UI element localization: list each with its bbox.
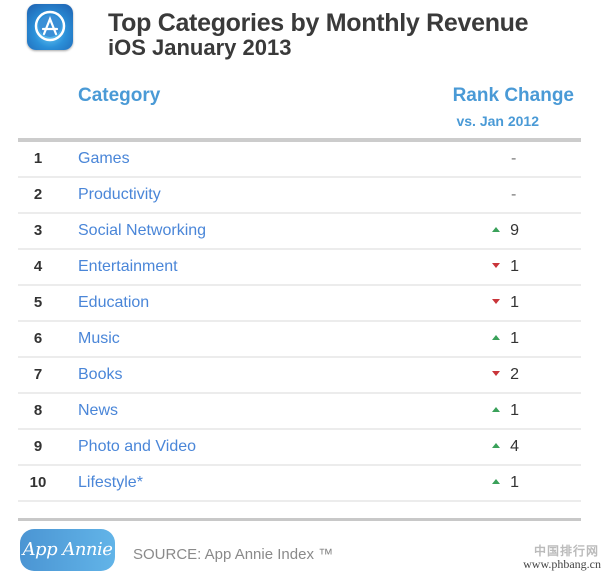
rank-change: 1 (439, 286, 519, 320)
rank-number: 3 (33, 222, 43, 239)
rank-number: 6 (33, 330, 43, 347)
rank-change: 1 (439, 250, 519, 284)
column-header-category: Category (78, 85, 161, 106)
watermark-url: www.phbang.cn (523, 557, 601, 571)
category-name: Productivity (78, 186, 161, 203)
arrow-up-icon (492, 335, 501, 341)
footer-divider (18, 518, 581, 521)
category-name: Lifestyle* (78, 474, 143, 491)
rank-number: 10 (29, 474, 47, 491)
table-row: 1 Games - (18, 142, 581, 178)
ranking-table: 1 Games - 2 Productivity - 3 Social Networking 9… (18, 142, 581, 502)
arrow-down-icon (492, 371, 501, 377)
rank-number: 9 (33, 438, 43, 455)
arrow-up-icon (492, 443, 501, 449)
arrow-up-icon (492, 227, 501, 233)
rank-change-value: - (511, 150, 517, 167)
rank-change: 2 (439, 358, 519, 392)
table-row: 2 Productivity - (18, 178, 581, 214)
rank-number: 5 (33, 294, 43, 311)
rank-change: - (439, 178, 519, 212)
rank-change: 1 (439, 466, 519, 500)
category-name: Books (78, 366, 123, 383)
table-row: 7 Books 2 (18, 358, 581, 394)
rank-number: 4 (33, 258, 43, 275)
source-text: SOURCE: App Annie Index ™ (133, 546, 334, 563)
rank-change-value: 1 (510, 258, 519, 275)
rank-change-value: - (511, 186, 517, 203)
arrow-down-icon (492, 299, 501, 305)
category-name: Games (78, 150, 130, 167)
rank-number: 1 (33, 150, 43, 167)
rank-change-value: 1 (510, 294, 519, 311)
table-row: 10 Lifestyle* 1 (18, 466, 581, 502)
category-name: Education (78, 294, 150, 311)
chart-subtitle: iOS January 2013 (108, 35, 292, 60)
table-row: 6 Music 1 (18, 322, 581, 358)
table-row: 4 Entertainment 1 (18, 250, 581, 286)
category-name: Entertainment (78, 258, 178, 275)
rank-change-value: 4 (510, 438, 519, 455)
column-subheader-vs: vs. Jan 2012 (456, 113, 539, 129)
arrow-up-icon (492, 407, 501, 413)
arrow-down-icon (492, 263, 501, 269)
rank-change-value: 1 (510, 402, 519, 419)
rank-change-value: 9 (510, 222, 519, 239)
rank-number: 2 (33, 186, 43, 203)
category-name: Music (78, 330, 120, 347)
table-row: 8 News 1 (18, 394, 581, 430)
table-row: 3 Social Networking 9 (18, 214, 581, 250)
category-name: Social Networking (78, 222, 207, 239)
rank-change: 1 (439, 394, 519, 428)
rank-change-value: 2 (510, 366, 519, 383)
rank-change: 1 (439, 322, 519, 356)
chart-title: Top Categories by Monthly Revenue (108, 9, 529, 37)
category-name: News (78, 402, 119, 419)
table-row: 5 Education 1 (18, 286, 581, 322)
rank-change-value: 1 (510, 474, 519, 491)
column-header-rank-change: Rank Change (452, 85, 574, 106)
category-name: Photo and Video (78, 438, 197, 455)
arrow-up-icon (492, 479, 501, 485)
app-annie-logo: App Annie (20, 529, 115, 571)
rank-number: 7 (33, 366, 43, 383)
rank-change: 9 (439, 214, 519, 248)
rank-change: 4 (439, 430, 519, 464)
rank-change-value: 1 (510, 330, 519, 347)
rank-change: - (439, 142, 519, 176)
rank-number: 8 (33, 402, 43, 419)
app-store-icon (27, 4, 73, 50)
table-row: 9 Photo and Video 4 (18, 430, 581, 466)
